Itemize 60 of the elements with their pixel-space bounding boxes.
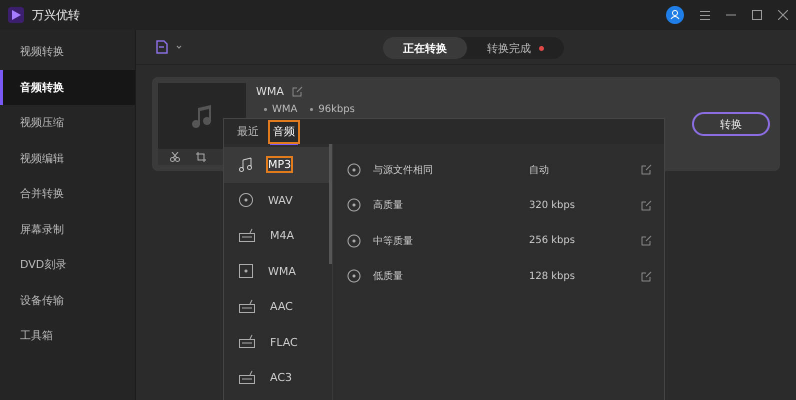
preset-bitrate: 128 kbps (529, 270, 576, 282)
format-item[interactable]: AC3 (224, 360, 332, 396)
disc-icon (347, 162, 361, 177)
sidebar-item[interactable]: 设备传输 (0, 282, 135, 318)
format-item[interactable]: WMA (224, 254, 332, 289)
file-bitrate: 96kbps (318, 104, 355, 115)
preset-bitrate: 256 kbps (529, 235, 576, 246)
edit-icon[interactable] (292, 86, 303, 97)
edit-icon[interactable] (641, 235, 652, 246)
format-item[interactable]: AAC (224, 289, 332, 324)
menu-icon[interactable] (700, 10, 710, 20)
crop-icon[interactable] (196, 152, 206, 162)
sidebar-item[interactable]: 视频转换 (0, 34, 135, 70)
window-title: 万兴优转 (32, 6, 81, 24)
add-file-icon[interactable] (156, 40, 182, 54)
sidebar-item[interactable]: 工具箱 (0, 318, 135, 354)
convert-button[interactable]: 转换 (692, 112, 770, 136)
sidebar-item[interactable]: 音频转换 (0, 70, 135, 105)
sidebar-item[interactable]: 视频压缩 (0, 105, 135, 140)
format-item[interactable]: M4A (224, 218, 332, 254)
radio-icon (238, 298, 256, 315)
disc-icon (347, 269, 361, 284)
file-name: WMA (256, 85, 284, 98)
preset-bitrate: 320 kbps (529, 200, 576, 211)
radio-icon (238, 370, 256, 386)
edit-icon[interactable] (641, 200, 652, 211)
preset-name[interactable]: 高质量 (373, 198, 529, 212)
sidebar-item[interactable]: 屏幕录制 (0, 212, 135, 247)
music-note-icon (191, 104, 213, 128)
sidebar-item[interactable]: 视频编辑 (0, 140, 135, 176)
format-item[interactable]: FLAC (224, 324, 332, 360)
scrollbar[interactable] (329, 144, 332, 264)
edit-icon[interactable] (641, 270, 652, 282)
app-logo-icon (8, 7, 24, 23)
scissors-icon[interactable] (170, 152, 180, 162)
bullet-icon (310, 108, 314, 111)
status-tab[interactable]: 正在转换 (383, 37, 467, 59)
radio-icon (238, 228, 256, 244)
format-item[interactable]: MP3 (224, 147, 332, 182)
minimize-icon[interactable] (726, 14, 736, 16)
disc-icon (347, 198, 361, 212)
preset-name[interactable]: 与源文件相同 (373, 162, 529, 177)
preset-name[interactable]: 中等质量 (373, 234, 529, 248)
close-icon[interactable] (778, 10, 788, 20)
account-icon[interactable] (666, 6, 684, 24)
file-format: WMA (272, 104, 298, 115)
preset-name[interactable]: 低质量 (373, 269, 529, 284)
radio-icon (238, 334, 256, 350)
preset-bitrate: 自动 (529, 164, 550, 177)
sidebar-item[interactable]: DVD刻录 (0, 247, 135, 282)
sidebar-item[interactable]: 合并转换 (0, 176, 135, 212)
maximize-icon[interactable] (752, 10, 762, 20)
music-note-icon (238, 156, 254, 173)
bullet-icon (264, 108, 267, 111)
format-tab[interactable]: 最近 (234, 122, 262, 142)
status-tab[interactable]: 转换完成 (467, 37, 564, 59)
disc-icon (238, 192, 254, 208)
format-item[interactable]: WAV (224, 182, 332, 218)
edit-icon[interactable] (641, 164, 652, 176)
disc-icon (347, 234, 361, 248)
